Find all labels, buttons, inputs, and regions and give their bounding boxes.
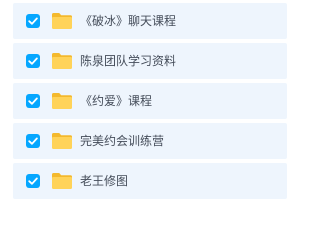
row-checkbox[interactable] bbox=[26, 174, 40, 188]
checkmark-icon bbox=[28, 57, 38, 65]
folder-icon bbox=[51, 52, 73, 70]
file-name[interactable]: 完美约会训练营 bbox=[80, 133, 164, 149]
checkmark-icon bbox=[28, 97, 38, 105]
folder-icon bbox=[51, 132, 73, 150]
file-name[interactable]: 《约爱》课程 bbox=[80, 93, 152, 109]
file-row[interactable]: 陈泉团队学习资料 bbox=[13, 43, 287, 79]
file-list-panel: 《破冰》聊天课程 陈泉团队学习资料 《约爱》课程 完美约会训练营 老王修图 bbox=[0, 0, 287, 223]
folder-icon bbox=[51, 92, 73, 110]
file-name[interactable]: 《破冰》聊天课程 bbox=[80, 13, 176, 29]
row-checkbox[interactable] bbox=[26, 54, 40, 68]
row-checkbox[interactable] bbox=[26, 14, 40, 28]
checkmark-icon bbox=[28, 177, 38, 185]
file-row[interactable]: 完美约会训练营 bbox=[13, 123, 287, 159]
file-name[interactable]: 陈泉团队学习资料 bbox=[80, 53, 176, 69]
folder-icon bbox=[51, 12, 73, 30]
checkmark-icon bbox=[28, 17, 38, 25]
file-row[interactable]: 《破冰》聊天课程 bbox=[13, 3, 287, 39]
row-checkbox[interactable] bbox=[26, 94, 40, 108]
folder-icon bbox=[51, 172, 73, 190]
checkmark-icon bbox=[28, 137, 38, 145]
file-list: 《破冰》聊天课程 陈泉团队学习资料 《约爱》课程 完美约会训练营 老王修图 bbox=[13, 3, 287, 203]
file-row[interactable]: 老王修图 bbox=[13, 163, 287, 199]
row-checkbox[interactable] bbox=[26, 134, 40, 148]
file-row[interactable]: 《约爱》课程 bbox=[13, 83, 287, 119]
file-name[interactable]: 老王修图 bbox=[80, 173, 128, 189]
